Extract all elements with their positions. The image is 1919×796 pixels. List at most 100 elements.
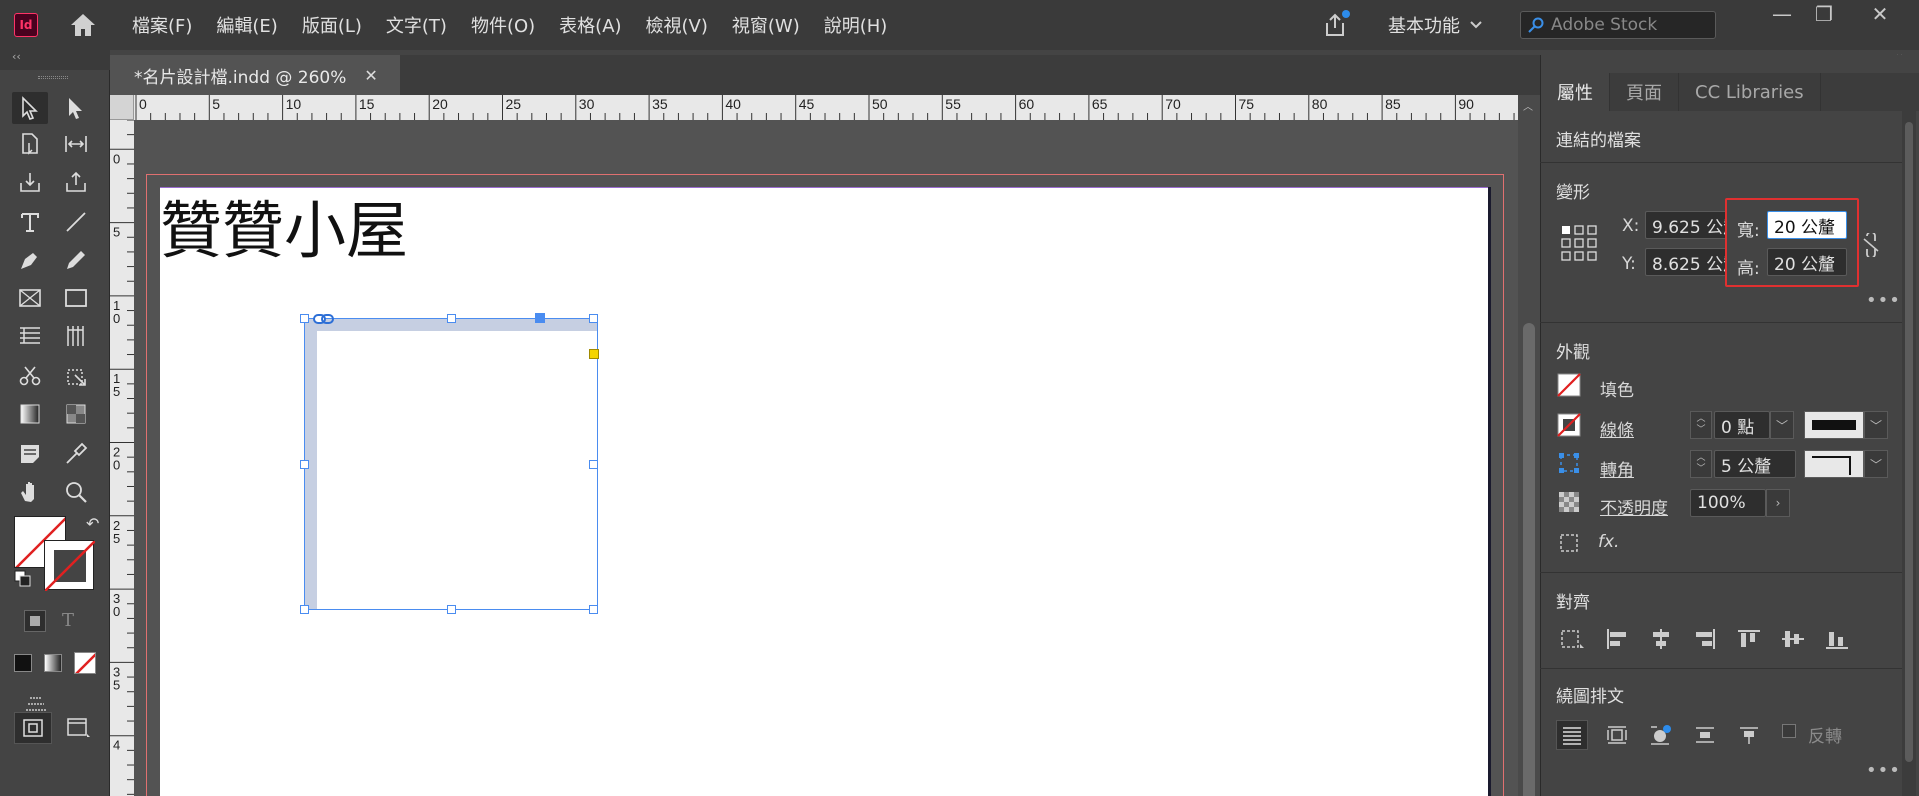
- align-to-selection-icon[interactable]: [1560, 626, 1586, 652]
- horizontal-ruler[interactable]: 0 5 10 15 20 25 30 35 40 45 50 55 60 65 70 75 80 85 90: [110, 95, 1518, 120]
- y-position-field[interactable]: 8.625 公釐: [1645, 248, 1727, 276]
- stroke-type-swatch[interactable]: [1804, 411, 1864, 439]
- menu-edit[interactable]: 編輯(E): [204, 12, 289, 38]
- heading-text-frame[interactable]: 贊贊小屋: [160, 180, 408, 270]
- corner-shape-dropdown[interactable]: ﹀: [1864, 450, 1888, 478]
- align-bottom-icon[interactable]: [1824, 626, 1850, 652]
- chain-link-icon[interactable]: [313, 313, 335, 325]
- preview-mode-button[interactable]: [66, 716, 92, 740]
- corner-shape-swatch[interactable]: [1804, 450, 1864, 478]
- handle-bottom-right[interactable]: [589, 605, 598, 614]
- live-corner-handle[interactable]: [589, 349, 599, 359]
- opacity-slider-button[interactable]: ›: [1766, 489, 1790, 517]
- stroke-icon[interactable]: [1556, 412, 1582, 438]
- text-wrap-frame-icon[interactable]: [1556, 530, 1582, 556]
- menu-table[interactable]: 表格(A): [547, 12, 633, 38]
- align-vertical-center-icon[interactable]: [1780, 626, 1806, 652]
- handle-middle-left[interactable]: [300, 460, 309, 469]
- document-canvas[interactable]: 贊贊小屋: [134, 120, 1518, 796]
- adobe-stock-search[interactable]: Adobe Stock: [1520, 11, 1716, 39]
- home-icon[interactable]: [68, 10, 98, 40]
- corner-label[interactable]: 轉角: [1600, 456, 1634, 481]
- close-tab-icon[interactable]: ✕: [364, 66, 377, 85]
- swap-colors-icon[interactable]: ↶: [86, 514, 99, 533]
- canvas-vertical-scrollbar[interactable]: ︿: [1518, 95, 1540, 796]
- zoom-tool[interactable]: [58, 476, 94, 508]
- fx-effects-button[interactable]: fx.: [1598, 532, 1619, 552]
- formatting-container-button[interactable]: [24, 610, 46, 632]
- apply-none-button[interactable]: [74, 652, 96, 674]
- wrap-object-shape-icon[interactable]: [1648, 722, 1674, 748]
- stroke-label[interactable]: 線條: [1600, 416, 1634, 441]
- note-tool[interactable]: [12, 438, 48, 470]
- vertical-ruler[interactable]: 5051015202530354: [110, 120, 134, 796]
- collapse-toolbar-arrows[interactable]: ‹‹: [0, 50, 110, 70]
- stroke-weight-dropdown[interactable]: ﹀: [1770, 411, 1794, 439]
- free-transform-tool[interactable]: [58, 360, 94, 392]
- canvas-scroll-thumb[interactable]: [1523, 323, 1535, 796]
- menu-window[interactable]: 視窗(W): [720, 12, 812, 38]
- direct-selection-tool[interactable]: [58, 92, 94, 124]
- stroke-weight-field[interactable]: 0 點: [1714, 411, 1770, 439]
- line-tool[interactable]: [58, 206, 94, 238]
- close-window-button[interactable]: ✕: [1860, 2, 1900, 26]
- gradient-feather-tool[interactable]: [58, 398, 94, 430]
- menu-file[interactable]: 檔案(F): [120, 12, 204, 38]
- wrap-jump-object-icon[interactable]: [1692, 722, 1718, 748]
- gap-tool[interactable]: [58, 128, 94, 160]
- page-tool[interactable]: [12, 128, 48, 160]
- selection-tool[interactable]: [12, 92, 48, 124]
- tab-pages[interactable]: 頁面: [1610, 73, 1679, 111]
- pencil-tool[interactable]: [58, 244, 94, 276]
- content-placer-tool[interactable]: [58, 166, 94, 198]
- handle-top-right[interactable]: [589, 314, 598, 323]
- invert-checkbox[interactable]: [1782, 724, 1796, 738]
- default-colors-icon[interactable]: [14, 570, 32, 588]
- pen-tool[interactable]: [12, 244, 48, 276]
- rectangle-tool[interactable]: [58, 282, 94, 314]
- ruler-origin-corner[interactable]: [110, 95, 134, 120]
- menu-view[interactable]: 檢視(V): [634, 12, 720, 38]
- align-top-icon[interactable]: [1736, 626, 1762, 652]
- handle-middle-right[interactable]: [589, 460, 598, 469]
- screen-mode-toggle-icon[interactable]: [24, 694, 48, 714]
- gradient-swatch-tool[interactable]: [12, 398, 48, 430]
- selected-rectangle-frame[interactable]: [300, 313, 599, 614]
- align-horizontal-center-icon[interactable]: [1648, 626, 1674, 652]
- align-right-icon[interactable]: [1692, 626, 1718, 652]
- corner-options-icon[interactable]: [1556, 450, 1582, 476]
- handle-bottom-left[interactable]: [300, 605, 309, 614]
- eyedropper-tool[interactable]: [58, 438, 94, 470]
- wrap-jump-next-column-icon[interactable]: [1736, 722, 1762, 748]
- wrap-more-button[interactable]: •••: [1866, 760, 1901, 781]
- panel-scrollbar[interactable]: [1902, 110, 1916, 796]
- align-left-icon[interactable]: [1604, 626, 1630, 652]
- menu-type[interactable]: 文字(T): [374, 12, 459, 38]
- constrain-proportions-icon[interactable]: [1858, 232, 1884, 258]
- scissors-tool[interactable]: [12, 360, 48, 392]
- vertical-grid-tool[interactable]: [58, 320, 94, 352]
- share-button[interactable]: [1318, 8, 1352, 42]
- panel-scroll-thumb[interactable]: [1905, 122, 1913, 762]
- no-wrap-button[interactable]: [1556, 720, 1588, 750]
- stroke-type-dropdown[interactable]: ﹀: [1864, 411, 1888, 439]
- rectangle-frame-tool[interactable]: [12, 282, 48, 314]
- tab-properties[interactable]: 屬性: [1541, 73, 1610, 111]
- menu-layout[interactable]: 版面(L): [290, 12, 374, 38]
- x-position-field[interactable]: 9.625 公釐: [1645, 211, 1727, 239]
- fill-none-icon[interactable]: [1556, 372, 1582, 398]
- scroll-up-icon[interactable]: ︿: [1523, 98, 1533, 113]
- formatting-text-button[interactable]: T: [62, 610, 74, 631]
- content-collector-tool[interactable]: [12, 166, 48, 198]
- handle-bottom-middle[interactable]: [447, 605, 456, 614]
- normal-view-button[interactable]: [14, 712, 52, 744]
- handle-top-middle[interactable]: [447, 314, 456, 323]
- document-tab[interactable]: *名片設計檔.indd @ 260% ✕: [110, 55, 400, 95]
- corner-size-field[interactable]: 5 公釐: [1714, 450, 1796, 478]
- restore-button[interactable]: ❐: [1804, 2, 1844, 26]
- tab-cc-libraries[interactable]: CC Libraries: [1679, 73, 1821, 111]
- stroke-weight-spinner[interactable]: ︿ ﹀: [1690, 411, 1712, 439]
- type-tool[interactable]: [12, 206, 48, 238]
- horizontal-grid-tool[interactable]: [12, 320, 48, 352]
- toolbar-grip[interactable]: [38, 76, 68, 79]
